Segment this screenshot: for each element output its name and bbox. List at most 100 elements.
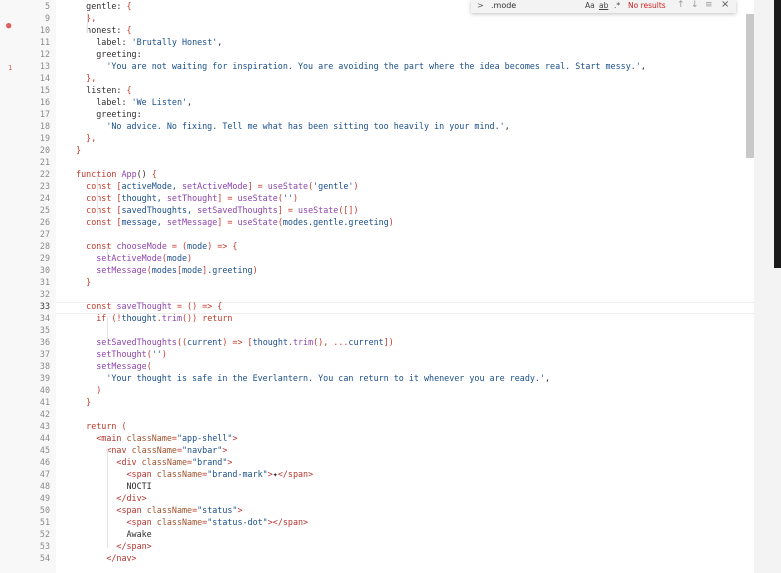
code-token: return	[86, 421, 122, 431]
code-line[interactable]: }	[66, 396, 91, 408]
find-in-selection-icon[interactable]: ≡	[705, 0, 713, 10]
line-number: 28	[39, 241, 50, 251]
code-token: return	[202, 313, 233, 323]
line-number: 38	[39, 361, 50, 371]
line-number: 23	[39, 181, 50, 191]
code-line[interactable]: gentle: {	[66, 0, 132, 12]
code-token: {	[126, 1, 132, 11]
match-case-button[interactable]: Aa	[585, 1, 595, 10]
code-token: >	[222, 445, 228, 455]
close-icon[interactable]: ×	[721, 0, 729, 10]
code-line[interactable]: listen: {	[66, 84, 131, 96]
code-token: className	[156, 517, 203, 527]
code-line[interactable]: <span className="status">	[66, 504, 243, 516]
code-token: 'You are not waiting for inspiration. Yo…	[106, 61, 641, 71]
line-number: 9	[44, 13, 50, 23]
code-line[interactable]: return (	[66, 420, 126, 432]
line-number: 14	[39, 73, 50, 83]
code-token: <div	[116, 457, 142, 467]
code-token: 'Your thought is safe in the Everlantern…	[106, 373, 546, 383]
code-line[interactable]: if (!thought.trim()) return	[66, 312, 232, 324]
code-line[interactable]: }	[66, 144, 81, 156]
code-token: ] =	[217, 193, 238, 203]
line-number: 21	[39, 157, 50, 167]
code-token: ) => [	[222, 337, 253, 347]
code-area[interactable]: gentle: { }, honest: { label: 'Brutally …	[56, 0, 754, 573]
code-token: ) =>	[207, 241, 233, 251]
code-token: label:	[66, 97, 132, 107]
code-line[interactable]: 'Your thought is safe in the Everlantern…	[66, 372, 550, 384]
code-line[interactable]: function App() {	[66, 168, 157, 180]
code-token: greeting:	[66, 109, 142, 119]
code-token: >	[232, 433, 238, 443]
breakpoint-dot-icon[interactable]: ●	[6, 20, 11, 32]
code-line[interactable]: <span className="brand-mark">✦</span>	[66, 468, 314, 480]
code-token: <span	[116, 505, 147, 515]
code-line[interactable]: <main className="app-shell">	[66, 432, 237, 444]
code-line[interactable]: const [thought, setThought] = useState('…	[66, 192, 298, 204]
line-number: 42	[39, 409, 50, 419]
code-line[interactable]: greeting:	[66, 48, 142, 60]
indent-guide	[87, 13, 88, 33]
code-line[interactable]: honest: {	[66, 24, 131, 36]
code-line[interactable]: )	[66, 384, 101, 396]
code-line[interactable]: </span>	[66, 540, 151, 552]
line-number: 29	[39, 253, 50, 263]
code-token: NOCTI	[66, 481, 152, 491]
whole-word-button[interactable]: ab	[599, 1, 608, 10]
code-line[interactable]: setSavedThoughts((current) => [thought.t…	[66, 336, 394, 348]
code-line[interactable]: const [message, setMessage] = useState(m…	[66, 216, 394, 228]
code-line[interactable]: setMessage(	[66, 360, 151, 372]
code-token: ] =	[217, 217, 238, 227]
code-token: thought	[252, 337, 288, 347]
code-line[interactable]: const [savedThoughts, setSavedThoughts] …	[66, 204, 359, 216]
code-token: (!	[111, 313, 122, 323]
code-line[interactable]: Awake	[66, 528, 152, 540]
minimap-edge[interactable]	[774, 0, 781, 268]
code-line[interactable]: },	[66, 132, 96, 144]
toggle-replace-chevron-icon[interactable]: >	[477, 1, 484, 10]
code-line[interactable]: <div className="brand">	[66, 456, 232, 468]
code-line[interactable]: setActiveMode(mode)	[66, 252, 192, 264]
code-token: <main	[96, 433, 127, 443]
regex-button[interactable]: .*	[614, 1, 620, 10]
find-input[interactable]: .mode	[491, 1, 571, 10]
code-line[interactable]: greeting:	[66, 108, 142, 120]
previous-match-arrow-up-icon[interactable]: ↑	[677, 0, 685, 10]
code-line[interactable]: },	[66, 72, 96, 84]
code-token: if	[96, 313, 112, 323]
next-match-arrow-down-icon[interactable]: ↓	[691, 0, 699, 10]
code-line[interactable]: setThought('')	[66, 348, 167, 360]
code-token: )	[252, 265, 258, 275]
code-token: </span>	[277, 469, 314, 479]
vertical-scrollbar-thumb[interactable]	[746, 14, 754, 158]
code-line[interactable]: 'No advice. No fixing. Tell me what has …	[66, 120, 509, 132]
code-token: )	[388, 217, 394, 227]
indent-guide	[107, 245, 108, 261]
code-line[interactable]: }	[66, 276, 91, 288]
code-line[interactable]: <nav className="navbar">	[66, 444, 227, 456]
code-token: <span	[126, 517, 157, 527]
code-line[interactable]: },	[66, 12, 96, 24]
code-line[interactable]: </nav>	[66, 552, 136, 564]
code-line[interactable]: label: 'We Listen',	[66, 96, 192, 108]
code-token: >	[237, 505, 243, 515]
code-editor[interactable]: 5 9 10 11 12 13 14 15 16 17 18 19 20 21 22 23 24 25 26 27 28…	[0, 0, 781, 573]
code-token: greeting:	[66, 49, 142, 59]
code-line[interactable]: label: 'Brutally Honest',	[66, 36, 222, 48]
code-line[interactable]: 'You are not waiting for inspiration. Yo…	[66, 60, 646, 72]
code-line[interactable]: const chooseMode = (mode) => {	[66, 240, 237, 252]
code-line[interactable]: NOCTI	[66, 480, 152, 492]
code-line[interactable]: const saveThought = () => {	[66, 300, 222, 312]
code-token: ([])	[338, 205, 359, 215]
code-line[interactable]: setMessage(modes[mode].greeting)	[66, 264, 258, 276]
code-line[interactable]: <span className="status-dot"></span>	[66, 516, 309, 528]
code-line[interactable]: const [activeMode, setActiveMode] = useS…	[66, 180, 358, 192]
